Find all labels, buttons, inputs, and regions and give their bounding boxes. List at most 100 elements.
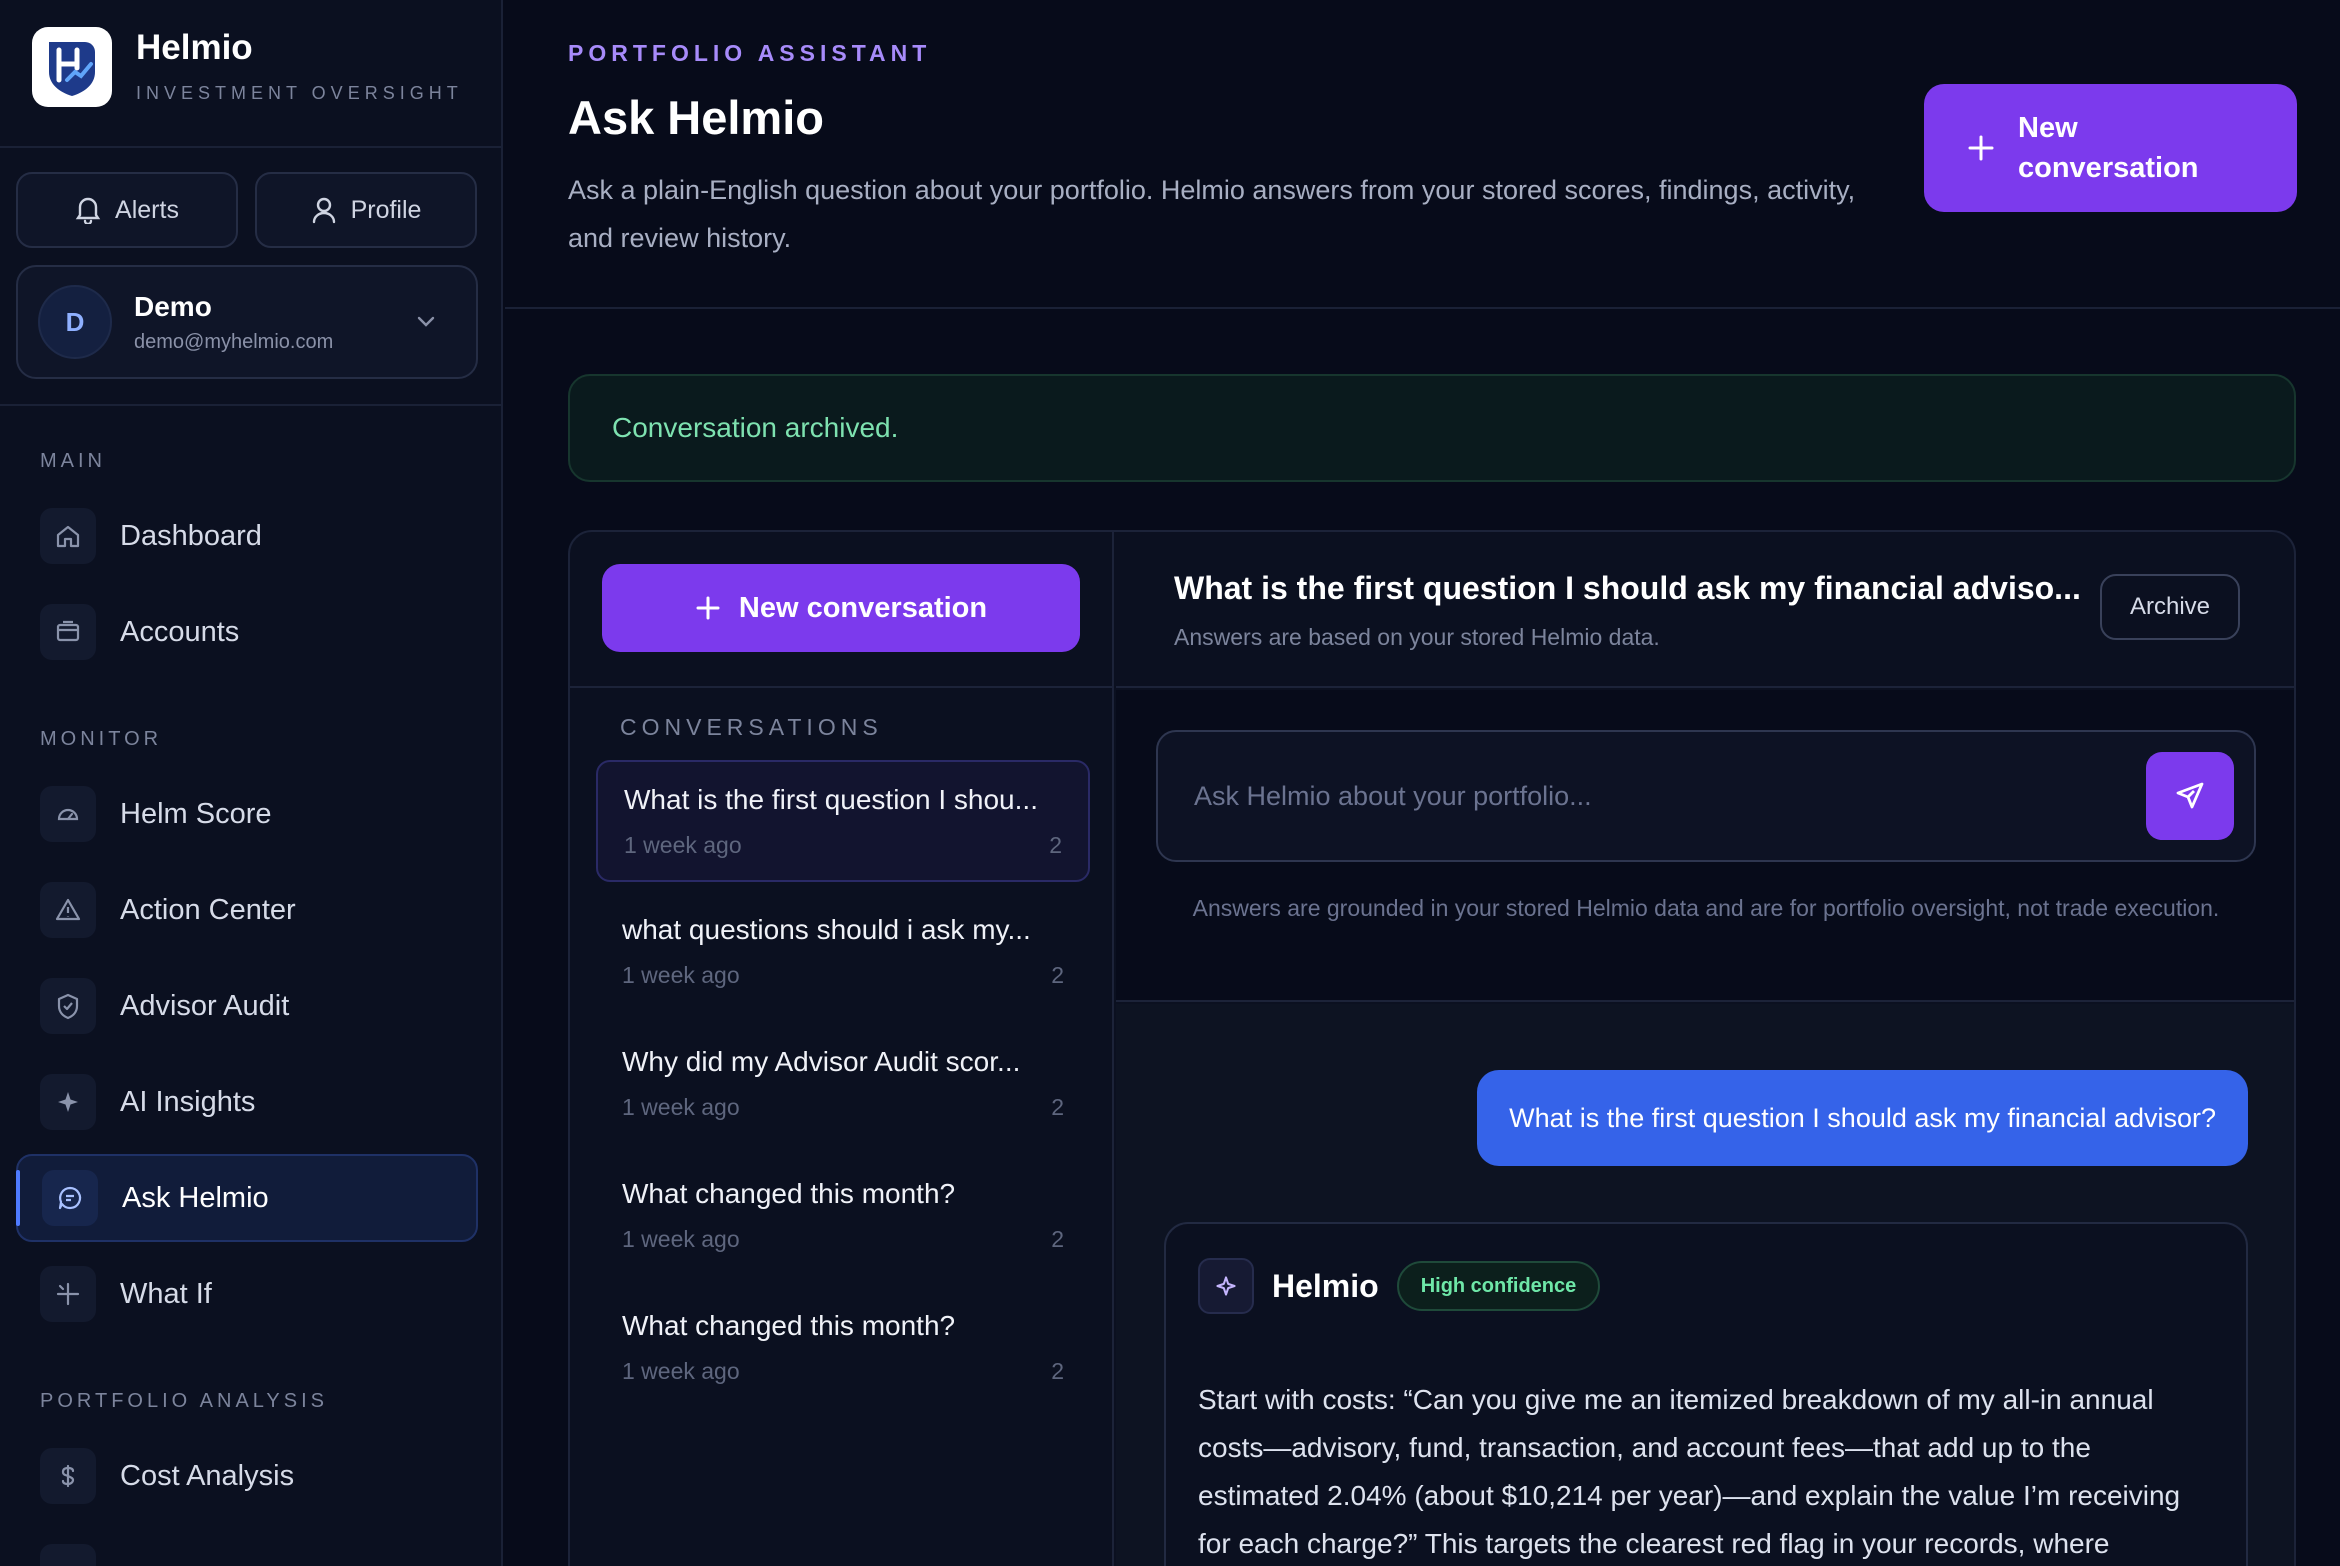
message-count: 2 xyxy=(1051,962,1064,988)
message-input[interactable] xyxy=(1194,780,2146,812)
sidebar-item-label: Accounts xyxy=(120,615,240,648)
conversation-time: 1 week ago xyxy=(622,962,740,988)
conversations-heading: CONVERSATIONS xyxy=(620,714,883,740)
chat-panel: New conversation CONVERSATIONS What is t… xyxy=(568,530,2296,1566)
conversation-time: 1 week ago xyxy=(622,1094,740,1120)
sidebar-item-helm-score[interactable]: Helm Score xyxy=(16,770,478,858)
page-eyebrow: PORTFOLIO ASSISTANT xyxy=(568,40,932,66)
sidebar-item-label: Dashboard xyxy=(120,519,262,552)
message-count: 2 xyxy=(1051,1094,1064,1120)
sidebar-item-ai-insights[interactable]: AI Insights xyxy=(16,1058,478,1146)
new-conversation-list-button[interactable]: New conversation xyxy=(602,564,1080,652)
archive-button[interactable]: Archive xyxy=(2100,574,2240,640)
sidebar-item-cost-analysis[interactable]: Cost Analysis xyxy=(16,1432,478,1520)
conversation-time: 1 week ago xyxy=(622,1226,740,1252)
profile-label: Profile xyxy=(350,195,422,224)
sidebar-item-label: AI Insights xyxy=(120,1085,256,1118)
conversation-item[interactable]: What is the first question I shou... 1 w… xyxy=(596,760,1090,882)
sidebar: Helmio INVESTMENT OVERSIGHT Alerts Profi… xyxy=(0,0,503,1566)
sidebar-item-label: Cost Analysis xyxy=(120,1459,295,1492)
sidebar-item-label: What If xyxy=(120,1277,212,1310)
sidebar-item-label: Advisor Audit xyxy=(120,989,290,1022)
chat-subtitle: Answers are based on your stored Helmio … xyxy=(1174,624,1660,650)
home-icon xyxy=(40,508,96,564)
sidebar-item-label: Helm Score xyxy=(120,797,272,830)
sidebar-item-partial[interactable] xyxy=(16,1528,478,1566)
sidebar-item-action-center[interactable]: Action Center xyxy=(16,866,478,954)
banner-text: Conversation archived. xyxy=(612,412,899,443)
page-description: Ask a plain-English question about your … xyxy=(568,175,1856,253)
new-conversation-button[interactable]: New conversation xyxy=(1924,84,2297,212)
conversation-title: What changed this month? xyxy=(622,1310,956,1341)
plus-icon xyxy=(1966,133,1996,163)
brand[interactable]: Helmio INVESTMENT OVERSIGHT xyxy=(32,27,463,107)
bell-icon xyxy=(75,196,101,224)
assistant-name: Helmio xyxy=(1272,1267,1379,1304)
alerts-button[interactable]: Alerts xyxy=(16,172,238,248)
sidebar-item-advisor-audit[interactable]: Advisor Audit xyxy=(16,962,478,1050)
sidebar-item-dashboard[interactable]: Dashboard xyxy=(16,492,478,580)
user-email: demo@myhelmio.com xyxy=(134,330,334,353)
assistant-message-body: Start with costs: “Can you give me an it… xyxy=(1198,1384,2181,1559)
page-title: Ask Helmio xyxy=(568,91,824,144)
assistant-message: Helmio High confidence Start with costs:… xyxy=(1164,1222,2248,1566)
disclaimer: Answers are grounded in your stored Helm… xyxy=(1192,895,2220,921)
section-label-monitor: MONITOR xyxy=(40,728,163,750)
chevron-down-icon xyxy=(416,316,436,328)
message-count: 2 xyxy=(1051,1358,1064,1384)
conversation-item[interactable]: What changed this month? 1 week ago 2 xyxy=(596,1288,1090,1410)
conversation-title: Why did my Advisor Audit scor... xyxy=(622,1046,1021,1077)
avatar: D xyxy=(38,285,112,359)
conversation-title: What changed this month? xyxy=(622,1178,956,1209)
brand-subtitle: INVESTMENT OVERSIGHT xyxy=(136,83,463,103)
user-icon xyxy=(311,196,337,224)
sparkle-icon xyxy=(1198,1258,1254,1314)
sparkle-icon xyxy=(40,1074,96,1130)
conversation-title: What is the first question I shou... xyxy=(624,784,1038,815)
section-label-main: MAIN xyxy=(40,450,106,472)
message-count: 2 xyxy=(1051,1226,1064,1252)
divider xyxy=(505,307,2340,309)
sidebar-item-label: Ask Helmio xyxy=(122,1181,269,1214)
conversation-item[interactable]: what questions should i ask my... 1 week… xyxy=(596,892,1090,1014)
profile-button[interactable]: Profile xyxy=(255,172,477,248)
gauge-icon xyxy=(40,786,96,842)
shield-icon xyxy=(40,978,96,1034)
document-icon xyxy=(40,1544,96,1566)
chat-icon xyxy=(42,1170,98,1226)
user-message: What is the first question I should ask … xyxy=(1477,1070,2248,1166)
section-label-portfolio-analysis: PORTFOLIO ANALYSIS xyxy=(40,1390,328,1412)
account-switcher[interactable]: D Demo demo@myhelmio.com xyxy=(16,265,478,379)
conversation-item[interactable]: What changed this month? 1 week ago 2 xyxy=(596,1156,1090,1278)
sidebar-item-ask-helmio[interactable]: Ask Helmio xyxy=(16,1154,478,1242)
wallet-icon xyxy=(40,604,96,660)
alerts-label: Alerts xyxy=(115,195,179,224)
send-button[interactable] xyxy=(2146,752,2234,840)
conversation-title: what questions should i ask my... xyxy=(622,914,1031,945)
split-icon xyxy=(40,1266,96,1322)
message-count: 2 xyxy=(1049,832,1062,858)
send-icon xyxy=(2174,780,2206,812)
plus-icon xyxy=(695,595,721,621)
alert-triangle-icon xyxy=(40,882,96,938)
conversation-time: 1 week ago xyxy=(622,1358,740,1384)
user-name: Demo xyxy=(134,290,212,322)
chat-title: What is the first question I should ask … xyxy=(1174,570,2081,606)
message-thread: What is the first question I should ask … xyxy=(1116,1004,2294,1566)
sidebar-item-label: Action Center xyxy=(120,893,296,926)
status-banner: Conversation archived. xyxy=(568,374,2296,482)
confidence-badge: High confidence xyxy=(1396,1261,1601,1311)
sidebar-item-what-if[interactable]: What If xyxy=(16,1250,478,1338)
new-conversation-label: New conversation xyxy=(2018,112,2199,184)
sidebar-item-accounts[interactable]: Accounts xyxy=(16,588,478,676)
conversation-time: 1 week ago xyxy=(624,832,742,858)
new-conversation-label: New conversation xyxy=(738,591,988,624)
dollar-icon xyxy=(40,1448,96,1504)
conversation-list: New conversation CONVERSATIONS What is t… xyxy=(570,532,1114,1566)
composer xyxy=(1156,730,2256,862)
divider xyxy=(0,146,503,148)
divider xyxy=(0,404,503,406)
helmio-logo xyxy=(32,27,112,107)
conversation-item[interactable]: Why did my Advisor Audit scor... 1 week … xyxy=(596,1024,1090,1146)
brand-name: Helmio xyxy=(136,28,253,67)
